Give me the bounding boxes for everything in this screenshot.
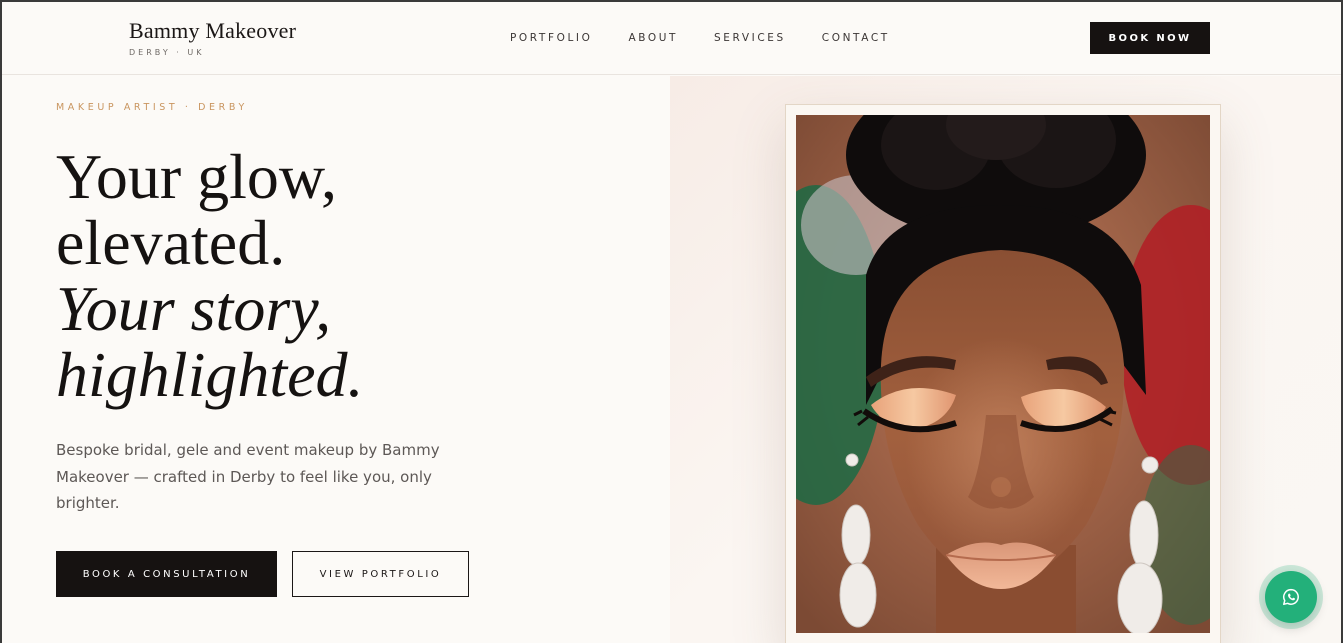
headline-line-2: elevated. <box>56 207 286 278</box>
nav-services[interactable]: SERVICES <box>714 32 786 44</box>
whatsapp-icon <box>1283 588 1299 606</box>
hero-eyebrow: MAKEUP ARTIST · DERBY <box>56 102 248 113</box>
portrait-photo <box>796 115 1210 633</box>
nav-portfolio[interactable]: PORTFOLIO <box>510 32 592 44</box>
brand-logo[interactable]: Bammy Makeover DERBY · UK <box>129 18 296 57</box>
main-nav: PORTFOLIO ABOUT SERVICES CONTACT <box>510 32 926 44</box>
site-header: Bammy Makeover DERBY · UK PORTFOLIO ABOU… <box>2 2 1341 75</box>
headline-line-1: Your glow, <box>56 141 337 212</box>
headline-line-3: Your story, <box>56 273 332 344</box>
hero-headline: Your glow, elevated. Your story, highlig… <box>56 144 616 408</box>
brand-location: DERBY · UK <box>129 48 205 57</box>
nav-about[interactable]: ABOUT <box>628 32 678 44</box>
headline-line-4: highlighted. <box>56 339 364 410</box>
whatsapp-chat-button[interactable] <box>1265 571 1317 623</box>
hero-description: Bespoke bridal, gele and event makeup by… <box>56 441 440 512</box>
brand-name: Bammy Makeover <box>129 18 297 43</box>
book-consultation-button[interactable]: BOOK A CONSULTATION <box>56 551 277 597</box>
nav-contact[interactable]: CONTACT <box>822 32 890 44</box>
view-portfolio-button[interactable]: VIEW PORTFOLIO <box>292 551 469 597</box>
book-now-button[interactable]: BOOK NOW <box>1090 22 1210 54</box>
